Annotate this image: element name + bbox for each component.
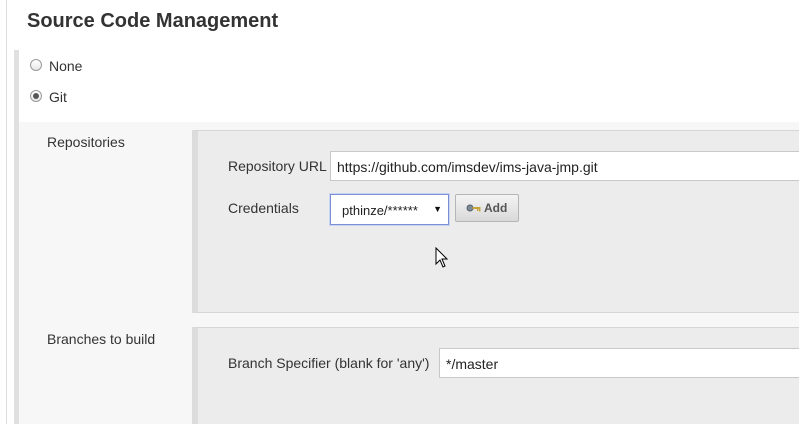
radio-selected-dot bbox=[33, 93, 39, 99]
chevron-down-icon: ▼ bbox=[433, 204, 442, 214]
credentials-label: Credentials bbox=[228, 200, 299, 216]
repositories-label: Repositories bbox=[47, 134, 125, 150]
git-settings-panel: Repositories Repository URL https://gith… bbox=[19, 122, 799, 424]
none-radio-label: None bbox=[49, 58, 83, 74]
branches-to-build-label: Branches to build bbox=[47, 331, 156, 347]
page-left-divider bbox=[6, 0, 7, 424]
git-radio-label: Git bbox=[49, 89, 67, 105]
add-credentials-button[interactable]: Add bbox=[455, 194, 519, 222]
branch-specifier-input[interactable]: */master bbox=[439, 348, 799, 378]
branch-specifier-label: Branch Specifier (blank for 'any') bbox=[228, 355, 430, 371]
repository-url-input[interactable]: https://github.com/imsdev/ims-java-jmp.g… bbox=[330, 151, 799, 181]
repository-url-label: Repository URL bbox=[228, 158, 327, 174]
section-title: Source Code Management bbox=[27, 10, 279, 32]
repository-config-box: Repository URL https://github.com/imsdev… bbox=[192, 130, 799, 313]
scm-section: None Git Repositories Repository URL htt… bbox=[14, 50, 799, 424]
none-radio-button[interactable] bbox=[30, 59, 42, 71]
credentials-selected-value: pthinze/****** bbox=[342, 203, 418, 218]
credentials-select[interactable]: pthinze/****** ▼ bbox=[330, 194, 449, 225]
add-button-label: Add bbox=[484, 201, 508, 215]
mouse-pointer-icon bbox=[435, 247, 449, 268]
key-icon bbox=[466, 204, 481, 212]
jenkins-config-page: Source Code Management None Git Reposito… bbox=[0, 0, 799, 424]
git-radio-button[interactable] bbox=[30, 90, 42, 102]
branch-config-box: Branch Specifier (blank for 'any') */mas… bbox=[192, 327, 799, 424]
